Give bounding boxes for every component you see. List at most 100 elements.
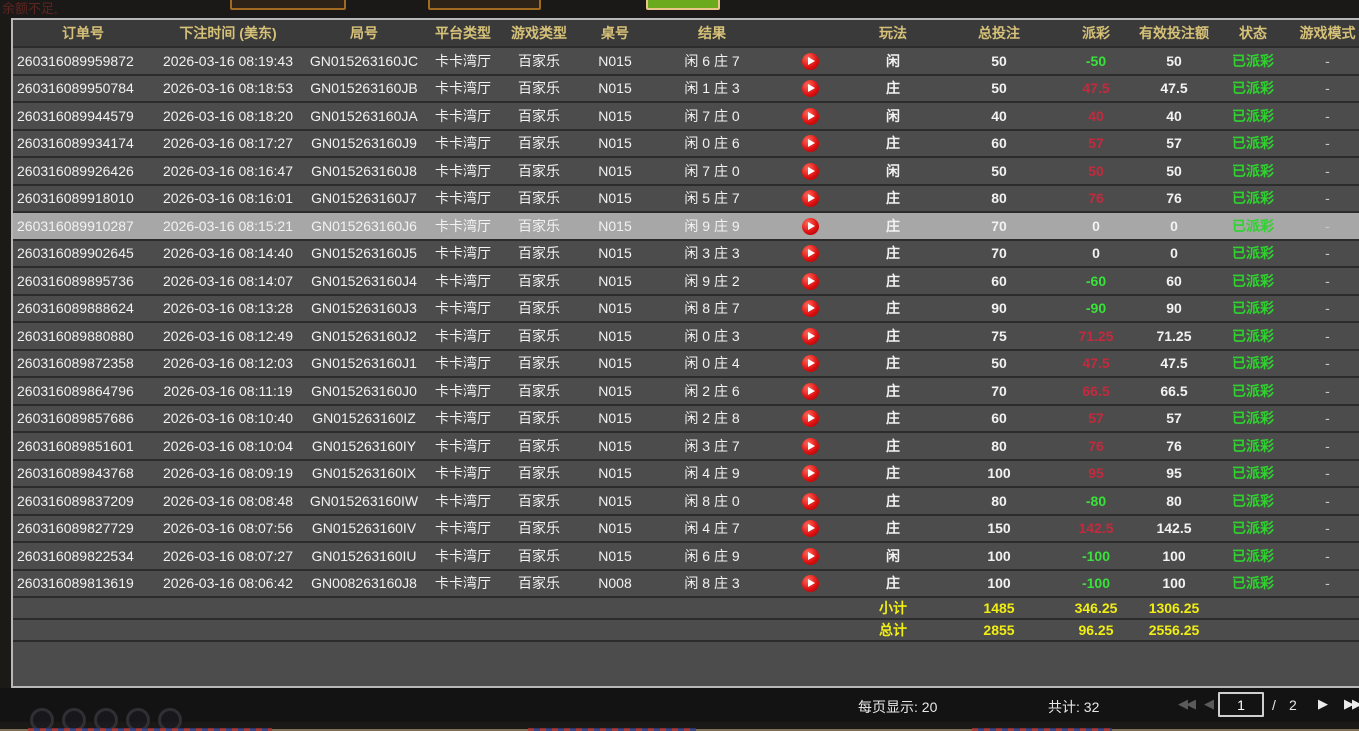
top-button-1[interactable] bbox=[230, 0, 346, 10]
top-button-2[interactable] bbox=[428, 0, 541, 10]
top-button-active[interactable] bbox=[646, 0, 720, 10]
cell-game-type: 百家乐 bbox=[501, 515, 577, 543]
cell-platform: 卡卡湾厅 bbox=[425, 350, 501, 378]
cell-valid-bet: 47.5 bbox=[1131, 350, 1217, 378]
cell-total-bet: 100 bbox=[937, 460, 1061, 488]
replay-play-icon[interactable] bbox=[802, 575, 819, 592]
cell-total-bet: 40 bbox=[937, 102, 1061, 130]
replay-play-icon[interactable] bbox=[802, 245, 819, 262]
cell-bet-on: 闲 bbox=[849, 542, 937, 570]
cell-game-type: 百家乐 bbox=[501, 460, 577, 488]
replay-play-icon[interactable] bbox=[802, 190, 819, 207]
replay-play-icon[interactable] bbox=[802, 520, 819, 537]
replay-play-icon[interactable] bbox=[802, 218, 819, 235]
cell-payout: 76 bbox=[1061, 432, 1131, 460]
table-row[interactable]: 260316089872358 2026-03-16 08:12:03 GN01… bbox=[13, 350, 1359, 378]
table-row[interactable]: 260316089934174 2026-03-16 08:17:27 GN01… bbox=[13, 130, 1359, 158]
replay-play-icon[interactable] bbox=[802, 108, 819, 125]
table-row[interactable]: 260316089959872 2026-03-16 08:19:43 GN01… bbox=[13, 47, 1359, 75]
cell-payout: 47.5 bbox=[1061, 350, 1131, 378]
play-triangle bbox=[808, 222, 815, 230]
table-row[interactable]: 260316089944579 2026-03-16 08:18:20 GN01… bbox=[13, 102, 1359, 130]
prev-page-icon[interactable]: ◀ bbox=[1204, 696, 1212, 712]
cell-result: 闲 8 庄 7 bbox=[653, 295, 771, 323]
cell-bet-on: 庄 bbox=[849, 295, 937, 323]
table-row[interactable]: 260316089837209 2026-03-16 08:08:48 GN01… bbox=[13, 487, 1359, 515]
replay-play-icon[interactable] bbox=[802, 355, 819, 372]
table-row[interactable]: 260316089918010 2026-03-16 08:16:01 GN01… bbox=[13, 185, 1359, 213]
last-page-icon[interactable]: ▶▶ bbox=[1344, 696, 1359, 712]
cell-bet-time: 2026-03-16 08:12:03 bbox=[153, 350, 303, 378]
cell-table-number: N015 bbox=[577, 515, 653, 543]
replay-play-icon[interactable] bbox=[802, 328, 819, 345]
header-order: 订单号 bbox=[13, 20, 153, 47]
replay-play-icon[interactable] bbox=[802, 383, 819, 400]
cell-total-bet: 100 bbox=[937, 542, 1061, 570]
table-row[interactable]: 260316089910287 2026-03-16 08:15:21 GN01… bbox=[13, 212, 1359, 240]
cell-bet-time: 2026-03-16 08:12:49 bbox=[153, 322, 303, 350]
cell-bet-time: 2026-03-16 08:09:19 bbox=[153, 460, 303, 488]
table-row[interactable]: 260316089857686 2026-03-16 08:10:40 GN01… bbox=[13, 405, 1359, 433]
cell-bet-on: 庄 bbox=[849, 322, 937, 350]
cell-round-number: GN015263160JC bbox=[303, 47, 425, 75]
cell-round-number: GN015263160JA bbox=[303, 102, 425, 130]
replay-play-icon[interactable] bbox=[802, 548, 819, 565]
replay-play-icon[interactable] bbox=[802, 438, 819, 455]
table-row[interactable]: 260316089851601 2026-03-16 08:10:04 GN01… bbox=[13, 432, 1359, 460]
replay-play-icon[interactable] bbox=[802, 53, 819, 70]
cell-table-number: N015 bbox=[577, 487, 653, 515]
replay-play-icon[interactable] bbox=[802, 465, 819, 482]
table-row[interactable]: 260316089895736 2026-03-16 08:14:07 GN01… bbox=[13, 267, 1359, 295]
cell-bet-time: 2026-03-16 08:16:47 bbox=[153, 157, 303, 185]
first-page-icon[interactable]: ◀◀ bbox=[1178, 696, 1194, 712]
table-row[interactable]: 260316089864796 2026-03-16 08:11:19 GN01… bbox=[13, 377, 1359, 405]
background-bottom-strip bbox=[0, 722, 1359, 731]
cell-round-number: GN015263160J8 bbox=[303, 157, 425, 185]
replay-play-icon[interactable] bbox=[802, 163, 819, 180]
cell-table-number: N015 bbox=[577, 295, 653, 323]
replay-play-icon[interactable] bbox=[802, 135, 819, 152]
replay-play-icon[interactable] bbox=[802, 80, 819, 97]
header-time: 下注时间 (美东) bbox=[153, 20, 303, 47]
cell-total-bet: 90 bbox=[937, 295, 1061, 323]
header-result: 结果 bbox=[653, 20, 771, 47]
table-row[interactable]: 260316089827729 2026-03-16 08:07:56 GN01… bbox=[13, 515, 1359, 543]
cell-replay bbox=[771, 432, 849, 460]
replay-play-icon[interactable] bbox=[802, 410, 819, 427]
table-row[interactable]: 260316089813619 2026-03-16 08:06:42 GN00… bbox=[13, 570, 1359, 598]
cell-bet-time: 2026-03-16 08:14:07 bbox=[153, 267, 303, 295]
cell-bet-on: 庄 bbox=[849, 350, 937, 378]
table-row[interactable]: 260316089950784 2026-03-16 08:18:53 GN01… bbox=[13, 75, 1359, 103]
cell-table-number: N015 bbox=[577, 460, 653, 488]
cell-platform: 卡卡湾厅 bbox=[425, 460, 501, 488]
replay-play-icon[interactable] bbox=[802, 273, 819, 290]
cell-status: 已派彩 bbox=[1217, 460, 1289, 488]
cell-result: 闲 3 庄 3 bbox=[653, 240, 771, 268]
replay-play-icon[interactable] bbox=[802, 493, 819, 510]
replay-play-icon[interactable] bbox=[802, 300, 819, 317]
table-row[interactable]: 260316089822534 2026-03-16 08:07:27 GN01… bbox=[13, 542, 1359, 570]
cell-table-number: N015 bbox=[577, 405, 653, 433]
total-valid-bet: 2556.25 bbox=[1131, 619, 1217, 641]
cell-total-bet: 50 bbox=[937, 350, 1061, 378]
cell-payout: -90 bbox=[1061, 295, 1131, 323]
page-number-input[interactable] bbox=[1218, 692, 1264, 717]
cell-replay bbox=[771, 405, 849, 433]
cell-payout: -100 bbox=[1061, 542, 1131, 570]
play-triangle bbox=[808, 579, 815, 587]
table-row[interactable]: 260316089880880 2026-03-16 08:12:49 GN01… bbox=[13, 322, 1359, 350]
cell-replay bbox=[771, 102, 849, 130]
cell-replay bbox=[771, 157, 849, 185]
per-page-label: 每页显示: 20 bbox=[858, 697, 937, 717]
cell-order-number: 260316089864796 bbox=[13, 377, 153, 405]
next-page-icon[interactable]: ▶ bbox=[1318, 696, 1326, 712]
table-row[interactable]: 260316089843768 2026-03-16 08:09:19 GN01… bbox=[13, 460, 1359, 488]
cell-game-mode: - bbox=[1289, 75, 1359, 103]
cell-result: 闲 1 庄 3 bbox=[653, 75, 771, 103]
cell-payout: 47.5 bbox=[1061, 75, 1131, 103]
table-row[interactable]: 260316089902645 2026-03-16 08:14:40 GN01… bbox=[13, 240, 1359, 268]
table-header-row: 订单号 下注时间 (美东) 局号 平台类型 游戏类型 桌号 结果 玩法 总投注 … bbox=[13, 20, 1359, 47]
table-row[interactable]: 260316089888624 2026-03-16 08:13:28 GN01… bbox=[13, 295, 1359, 323]
table-row[interactable]: 260316089926426 2026-03-16 08:16:47 GN01… bbox=[13, 157, 1359, 185]
cell-payout: 0 bbox=[1061, 240, 1131, 268]
